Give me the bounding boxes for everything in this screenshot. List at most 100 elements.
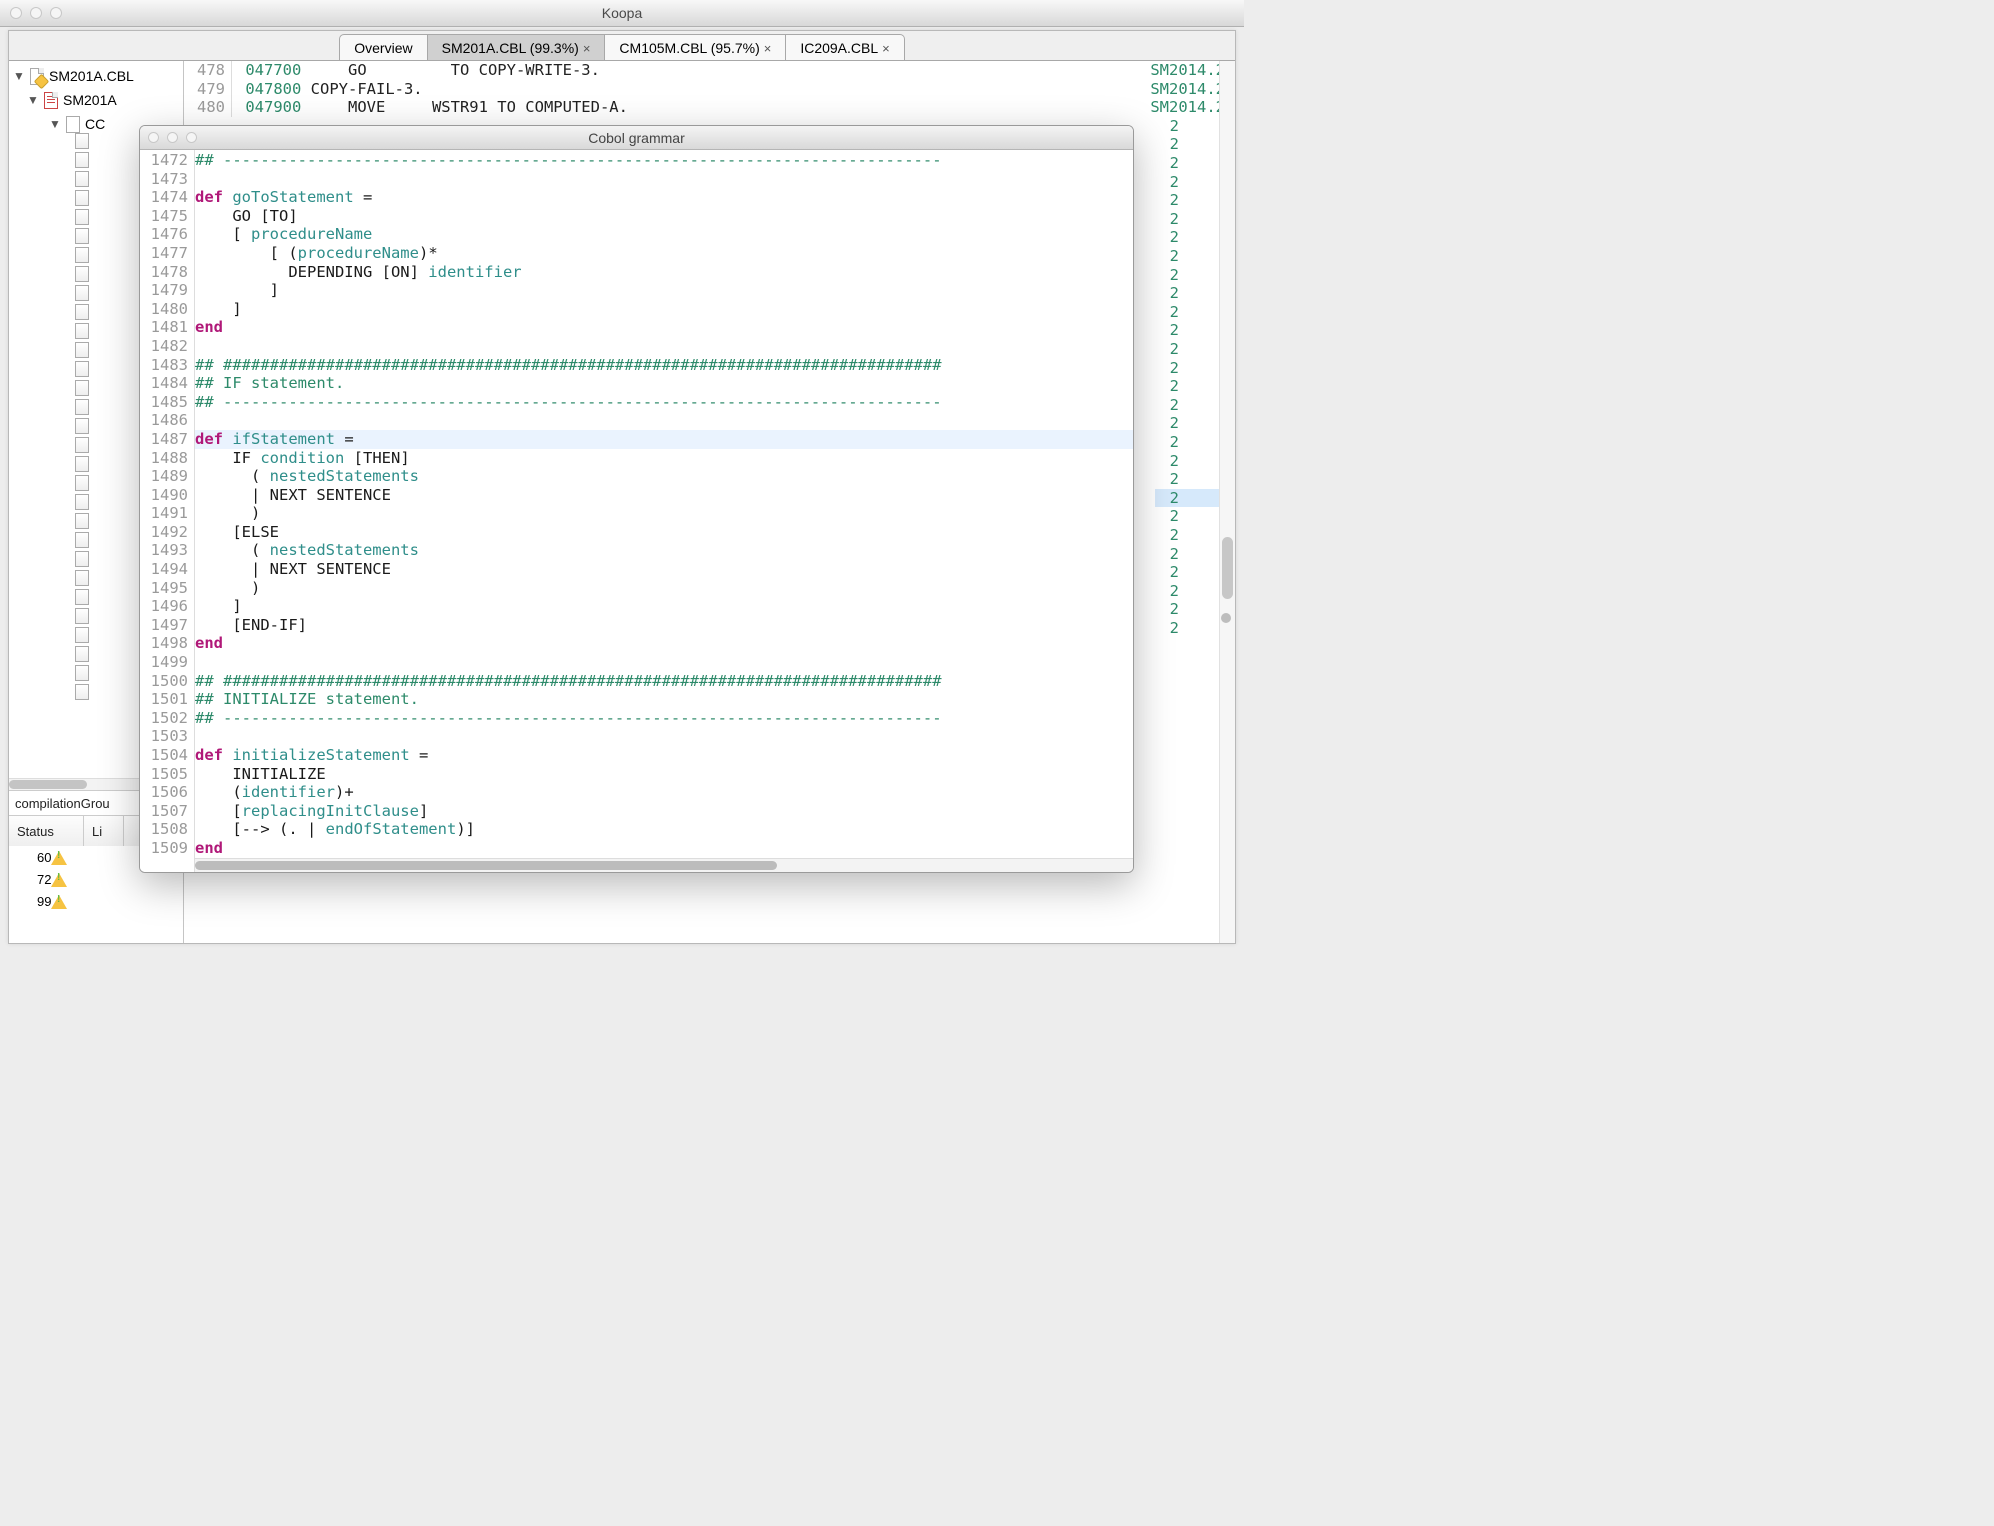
doc-icon <box>75 608 89 624</box>
grammar-line[interactable]: DEPENDING [ON] identifier <box>195 263 1133 282</box>
grammar-line[interactable] <box>195 727 1133 746</box>
grammar-line[interactable]: [--> (. | endOfStatement)] <box>195 820 1133 839</box>
grammar-titlebar[interactable]: Cobol grammar <box>140 126 1133 150</box>
col-line[interactable]: Li <box>84 816 124 846</box>
grammar-line[interactable]: [END-IF] <box>195 616 1133 635</box>
doc-icon <box>75 494 89 510</box>
close-icon[interactable]: × <box>583 41 591 56</box>
scroll-thumb[interactable] <box>9 780 87 789</box>
chevron-down-icon[interactable]: ▼ <box>27 93 39 107</box>
tab-sm201a[interactable]: SM201A.CBL (99.3%) × <box>428 34 606 61</box>
tree-row-program[interactable]: ▼ SM201A <box>9 88 183 112</box>
source-line[interactable]: 480 047900 MOVE WSTR91 TO COMPUTED-A.SM2… <box>184 98 1235 117</box>
source-tag-tail: 2 <box>1170 173 1179 191</box>
grammar-line[interactable]: ## -------------------------------------… <box>195 393 1133 412</box>
grammar-line[interactable]: INITIALIZE <box>195 765 1133 784</box>
grammar-editor[interactable]: ## -------------------------------------… <box>195 150 1133 872</box>
grammar-line[interactable]: IF condition [THEN] <box>195 449 1133 468</box>
source-tag-tail: 2 <box>1170 433 1179 451</box>
grammar-line[interactable]: [ procedureName <box>195 225 1133 244</box>
source-tag-tail: 2 <box>1170 582 1179 600</box>
grammar-line[interactable]: ## -------------------------------------… <box>195 709 1133 728</box>
grammar-line[interactable]: | NEXT SENTENCE <box>195 486 1133 505</box>
line-number: 1484 <box>140 374 188 393</box>
tree-label: SM201A.CBL <box>49 68 134 84</box>
grammar-line[interactable]: ## #####################################… <box>195 356 1133 375</box>
doc-icon <box>75 551 89 567</box>
col-status[interactable]: Status <box>9 816 84 846</box>
warning-icon <box>51 849 67 865</box>
status-row[interactable]: 99 <box>9 890 183 912</box>
source-line[interactable]: 478 047700 GO TO COPY-WRITE-3.SM2014.2 <box>184 61 1235 80</box>
scroll-thumb[interactable] <box>1222 537 1233 599</box>
line-number: 1500 <box>140 672 188 691</box>
grammar-line[interactable]: ) <box>195 579 1133 598</box>
breadcrumb-label: compilationGrou <box>15 796 110 811</box>
grammar-line[interactable]: [replacingInitClause] <box>195 802 1133 821</box>
grammar-line[interactable]: def ifStatement = <box>195 430 1133 449</box>
status-line-number: 60 <box>37 850 51 865</box>
line-number: 1473 <box>140 170 188 189</box>
grammar-line[interactable]: (identifier)+ <box>195 783 1133 802</box>
grammar-line[interactable]: | NEXT SENTENCE <box>195 560 1133 579</box>
grammar-line[interactable]: end <box>195 839 1133 858</box>
close-icon[interactable]: × <box>764 41 772 56</box>
line-number: 1504 <box>140 746 188 765</box>
grammar-line[interactable] <box>195 337 1133 356</box>
close-icon[interactable]: × <box>882 41 890 56</box>
sequence-number: 047900 <box>232 98 301 117</box>
grammar-line[interactable]: ( nestedStatements <box>195 541 1133 560</box>
line-number: 1483 <box>140 356 188 375</box>
grammar-line[interactable]: ) <box>195 504 1133 523</box>
tree-row-root[interactable]: ▼ SM201A.CBL <box>9 64 183 88</box>
chevron-down-icon[interactable]: ▼ <box>13 69 25 83</box>
line-number: 1509 <box>140 839 188 858</box>
grammar-line[interactable] <box>195 411 1133 430</box>
grammar-line[interactable]: ## INITIALIZE statement. <box>195 690 1133 709</box>
doc-icon <box>75 399 89 415</box>
grammar-line[interactable]: GO [TO] <box>195 207 1133 226</box>
tree-label: CC <box>85 116 105 132</box>
grammar-line[interactable] <box>195 653 1133 672</box>
grammar-line[interactable]: ## IF statement. <box>195 374 1133 393</box>
grammar-line[interactable]: ] <box>195 281 1133 300</box>
sequence-number: 047700 <box>232 61 301 80</box>
grammar-line[interactable]: ] <box>195 300 1133 319</box>
editor-v-scrollbar[interactable] <box>1219 61 1235 943</box>
source-line[interactable]: 479 047800 COPY-FAIL-3.SM2014.2 <box>184 80 1235 99</box>
source-text: GO TO COPY-WRITE-3. <box>301 61 1235 80</box>
scroll-thumb[interactable] <box>195 861 777 870</box>
grammar-line[interactable]: ( nestedStatements <box>195 467 1133 486</box>
grammar-h-scrollbar[interactable] <box>195 858 1133 872</box>
minimize-icon[interactable] <box>30 7 42 19</box>
overview-marker[interactable] <box>1221 613 1231 623</box>
line-number: 1476 <box>140 225 188 244</box>
line-number: 480 <box>184 98 232 117</box>
line-number: 1508 <box>140 820 188 839</box>
zoom-icon[interactable] <box>50 7 62 19</box>
grammar-line[interactable]: ] <box>195 597 1133 616</box>
line-number: 479 <box>184 80 232 99</box>
close-icon[interactable] <box>10 7 22 19</box>
line-number: 1472 <box>140 151 188 170</box>
grammar-line[interactable]: ## -------------------------------------… <box>195 151 1133 170</box>
tab-cm105m[interactable]: CM105M.CBL (95.7%) × <box>605 34 786 61</box>
chevron-down-icon[interactable]: ▼ <box>49 117 61 131</box>
source-tag-tail: 2 <box>1170 266 1179 284</box>
grammar-line[interactable]: end <box>195 318 1133 337</box>
grammar-line[interactable]: def goToStatement = <box>195 188 1133 207</box>
grammar-line[interactable]: ## #####################################… <box>195 672 1133 691</box>
line-number: 1479 <box>140 281 188 300</box>
grammar-line[interactable]: [ELSE <box>195 523 1133 542</box>
source-tag-tail: 2 <box>1170 321 1179 339</box>
tab-label: Overview <box>354 40 412 56</box>
grammar-line[interactable]: def initializeStatement = <box>195 746 1133 765</box>
tab-ic209a[interactable]: IC209A.CBL × <box>786 34 904 61</box>
grammar-line[interactable] <box>195 170 1133 189</box>
doc-icon <box>75 456 89 472</box>
program-icon <box>43 92 59 108</box>
tab-overview[interactable]: Overview <box>339 34 427 61</box>
grammar-line[interactable]: [ (procedureName)* <box>195 244 1133 263</box>
grammar-line[interactable]: end <box>195 634 1133 653</box>
grammar-window[interactable]: Cobol grammar 14721473147414751476147714… <box>139 125 1134 873</box>
